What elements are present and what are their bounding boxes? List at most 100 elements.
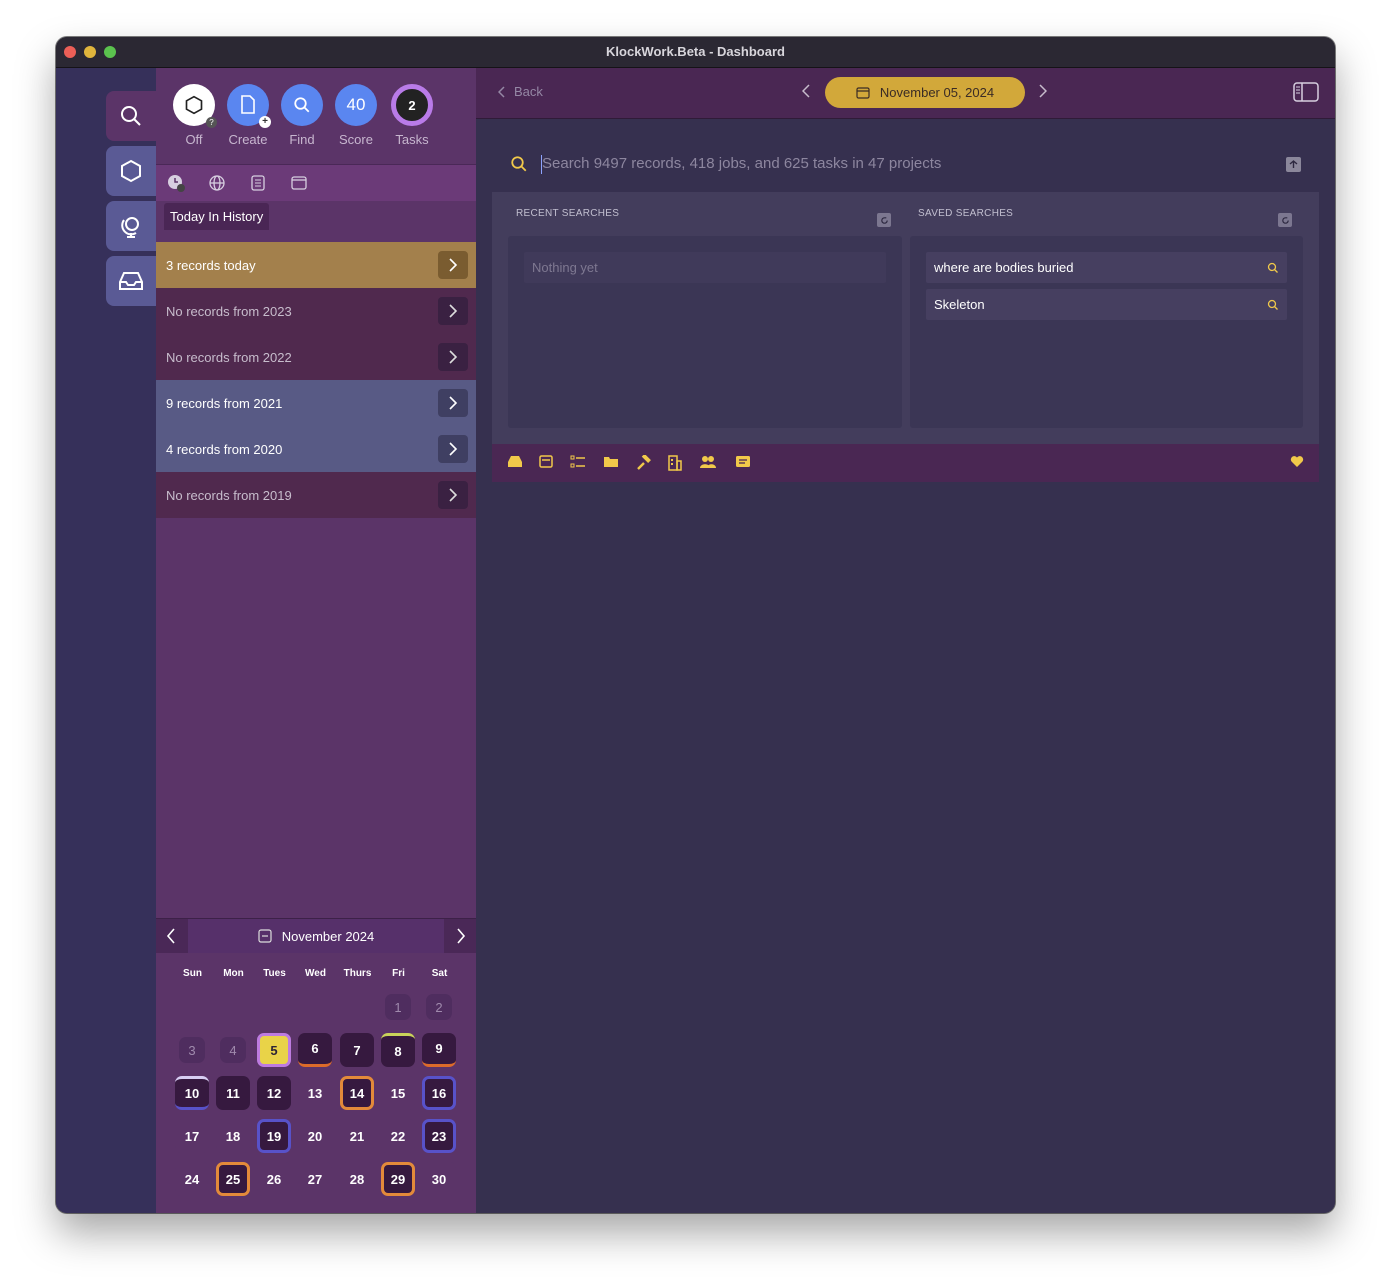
favourites-filter-button[interactable] [1290,455,1304,473]
calendar-day[interactable]: 30 [422,1162,456,1196]
calendar-day[interactable]: 20 [298,1119,332,1153]
people-filter-button[interactable] [699,455,717,474]
calendar-day[interactable]: 1 [385,994,411,1020]
calendar-day[interactable]: 5 [257,1033,291,1067]
clock-help-icon [168,175,185,192]
off-action[interactable]: ? Off [172,84,217,147]
saved-searches-title: SAVED SEARCHES [918,208,1014,219]
rail-dashboard-button[interactable] [106,146,156,196]
projects-filter-button[interactable] [603,455,619,473]
hammer-icon [637,453,651,470]
calendar-day[interactable]: 26 [257,1162,291,1196]
history-row-today[interactable]: 3 records today [156,242,476,288]
history-row-2020[interactable]: 4 records from 2020 [156,426,476,472]
chevron-right-icon[interactable] [438,435,468,463]
calendar-day[interactable]: 12 [257,1076,291,1110]
calendar-day[interactable]: 25 [216,1162,250,1196]
history-row-2023[interactable]: No records from 2023 [156,288,476,334]
today-in-history-tab[interactable]: Today In History [164,203,270,230]
calendar-day[interactable]: 3 [179,1037,205,1063]
back-button[interactable]: Back [498,84,543,99]
next-day-button[interactable] [1039,84,1048,103]
create-action[interactable]: + Create [226,84,271,147]
calendar-day[interactable]: 27 [298,1162,332,1196]
search-icon[interactable] [1267,299,1279,311]
saved-search-item[interactable]: where are bodies buried [926,252,1287,283]
calendar-day[interactable]: 29 [381,1162,415,1196]
calendar-day[interactable]: 21 [340,1119,374,1153]
tab-notes[interactable] [248,173,268,193]
people-icon [700,456,716,468]
calendar-day[interactable]: 10 [175,1076,209,1110]
calendar-day[interactable]: 6 [298,1033,332,1067]
recent-searches-list: Nothing yet [508,236,902,428]
saved-search-item[interactable]: Skeleton [926,289,1287,320]
prev-month-button[interactable] [166,928,176,949]
calendar-day[interactable]: 17 [175,1119,209,1153]
calendar-day[interactable]: 23 [422,1119,456,1153]
sidebar: ? Off + Create Find 40 Score 2 Tasks Tod… [156,68,476,1213]
calendar-day[interactable]: 14 [340,1076,374,1110]
rail-inbox-button[interactable] [106,256,156,306]
calendar-day[interactable]: 13 [298,1076,332,1110]
calendar-day[interactable]: 4 [220,1037,246,1063]
refresh-icon [1281,216,1289,224]
calendar-day[interactable]: 28 [340,1162,374,1196]
calendar-day[interactable]: 22 [381,1119,415,1153]
chevron-right-icon [457,928,466,944]
chevron-right-icon[interactable] [438,389,468,417]
upload-button[interactable] [1286,157,1301,172]
calendar-month-button[interactable]: November 2024 [188,919,444,953]
tab-calendar[interactable] [289,173,309,193]
calendar-day[interactable]: 9 [422,1033,456,1067]
history-row-label: 9 records from 2021 [166,395,283,411]
jobs-filter-button[interactable] [636,453,652,476]
calendar-day[interactable]: 19 [257,1119,291,1153]
refresh-recent-button[interactable] [877,213,891,227]
chevron-right-icon[interactable] [438,297,468,325]
chevron-right-icon[interactable] [438,343,468,371]
tab-today[interactable] [166,173,186,193]
search-icon [294,97,310,113]
rail-globe-button[interactable] [106,201,156,251]
saved-search-label: Skeleton [934,297,985,312]
chevron-left-icon [498,85,505,98]
notes-filter-button[interactable] [539,455,553,473]
history-row-2019[interactable]: No records from 2019 [156,472,476,518]
score-label: Score [339,132,373,147]
history-row-2021[interactable]: 9 records from 2021 [156,380,476,426]
tab-globe[interactable] [207,173,227,193]
chevron-right-icon[interactable] [438,481,468,509]
rail-search-button[interactable] [106,91,156,141]
search-icon[interactable] [1267,262,1279,274]
sidebar-tabs [156,164,476,201]
history-row-2022[interactable]: No records from 2022 [156,334,476,380]
tasks-filter-button[interactable] [570,455,586,474]
search-input[interactable]: Search 9497 records, 418 jobs, and 625 t… [542,155,941,172]
find-action[interactable]: Find [280,84,324,147]
calendar-day[interactable]: 18 [216,1119,250,1153]
terms-filter-button[interactable] [735,455,751,473]
tasks-label: Tasks [395,132,429,147]
score-action[interactable]: 40 Score [334,84,378,147]
tasks-action[interactable]: 2 Tasks [390,84,434,147]
previous-day-button[interactable] [801,84,810,103]
calendar-day[interactable]: 8 [381,1033,415,1067]
companies-filter-button[interactable] [668,455,682,476]
toggle-sidebar-button[interactable] [1293,82,1319,107]
current-date-label: November 05, 2024 [879,85,995,100]
calendar-day[interactable]: 15 [381,1076,415,1110]
calendar-day[interactable]: 2 [426,994,452,1020]
calendar-day[interactable]: 7 [340,1033,374,1067]
chevron-right-icon[interactable] [438,251,468,279]
calendar-day[interactable]: 24 [175,1162,209,1196]
calendar-header: November 2024 [156,918,476,953]
records-filter-button[interactable] [507,455,523,473]
calendar-day[interactable]: 16 [422,1076,456,1110]
history-row-label: No records from 2022 [166,349,292,365]
refresh-saved-button[interactable] [1278,213,1292,227]
back-label: Back [514,84,543,99]
next-month-button[interactable] [456,928,466,949]
calendar-day[interactable]: 11 [216,1076,250,1110]
date-picker-button[interactable]: November 05, 2024 [825,77,1025,108]
